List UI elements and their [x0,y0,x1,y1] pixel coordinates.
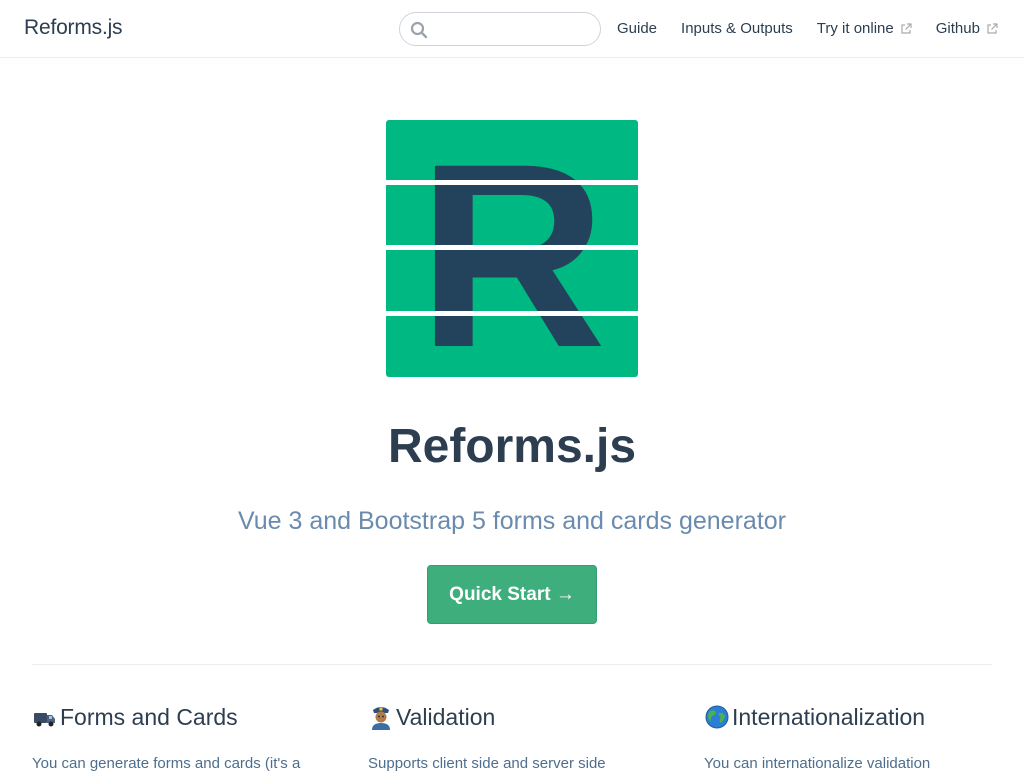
nav-link-label: Inputs & Outputs [681,20,793,37]
search-input[interactable] [434,17,594,41]
truck-icon [34,713,55,727]
feature-title: Internationalization [732,704,926,730]
nav-link-label: Guide [617,20,658,37]
hero-title: Reforms.js [387,420,637,473]
feature-validation: Validation Supports client side and serv… [368,700,668,772]
navbar: Reforms.js Guide Inputs & Outputs Try it… [0,0,1024,58]
feature-internationalization: Internationalization You can internation… [704,700,1004,772]
nav-link-try-online[interactable]: Try it online [817,20,912,37]
hero-logo: R [386,120,638,377]
quick-start-button[interactable]: Quick Start → [427,565,597,624]
external-link-icon [987,22,998,34]
feature-text: You can internationalize validation [704,755,931,772]
nav-link-inputs-outputs[interactable]: Inputs & Outputs [681,20,793,37]
police-officer-icon [372,707,390,730]
feature-forms-and-cards: Forms and Cards You can generate forms a… [32,700,332,772]
feature-text: Supports client side and server side [368,755,606,772]
nav-link-github[interactable]: Github [936,20,998,37]
nav-link-guide[interactable]: Guide [617,20,657,37]
site-name-link[interactable]: Reforms.js [24,16,123,40]
search-box[interactable] [399,12,601,46]
external-link-icon [901,22,912,34]
feature-title: Validation [396,704,496,730]
nav-links: Guide Inputs & Outputs Try it online Git… [617,20,998,37]
divider [32,664,992,665]
nav-link-label: Github [935,20,980,37]
feature-title: Forms and Cards [60,704,238,730]
hero-description: Vue 3 and Bootstrap 5 forms and cards ge… [237,507,786,535]
globe-icon [705,705,729,729]
search-icon [410,21,428,39]
feature-text: You can generate forms and cards (it's a [32,755,301,772]
nav-link-label: Try it online [816,20,894,37]
